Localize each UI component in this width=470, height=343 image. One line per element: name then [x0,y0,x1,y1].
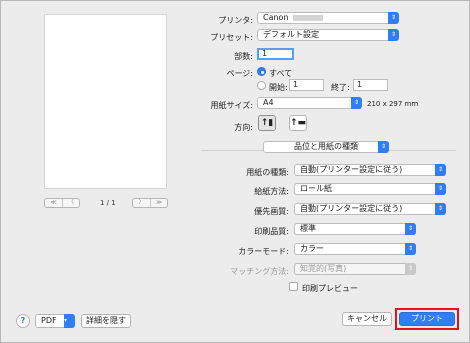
preview-nav-forward: 〉 ≫ [132,198,168,208]
landscape-icon[interactable]: ↑▬ [289,115,307,131]
print-quality-label: 印刷品質: [254,227,289,236]
paper-size-label: 用紙サイズ: [210,101,253,110]
previous-page-button[interactable]: 〈 [62,199,79,207]
color-mode-value: カラー [300,244,324,253]
chevron-updown-icon: ⇕ [405,263,416,275]
help-button[interactable]: ? [16,314,30,328]
pages-to-field[interactable]: 1 [353,79,388,91]
next-page-button[interactable]: 〉 [133,199,150,207]
section-value: 品位と用紙の種類 [294,142,358,151]
orientation-label: 方向: [234,123,253,132]
color-mode-label: カラーモード: [238,247,289,256]
print-button-highlight [395,308,459,330]
paper-size-select[interactable]: A4 ⇕ [257,97,362,109]
media-type-value: 自動(プリンター設定に従う) [300,165,403,174]
chevron-updown-icon: ⇕ [435,164,446,176]
chevron-updown-icon: ⇕ [388,12,399,24]
printer-label: プリンタ: [218,16,253,25]
copies-field[interactable]: 1 [257,48,294,60]
pdf-label: PDF [41,316,57,325]
print-dialog: ≪ 〈 1 / 1 〉 ≫ プリンタ: Canon ⇕ プリセット: デフォルト… [0,0,470,343]
print-preview-page [44,14,167,189]
paper-source-select[interactable]: ロール紙 ⇕ [294,183,446,195]
pages-label: ページ: [226,69,253,78]
priority-quality-label: 優先画質: [254,207,289,216]
chevron-updown-icon: ⇕ [351,97,362,109]
printer-value: Canon [263,13,289,22]
page-indicator: 1 / 1 [100,199,116,207]
pages-from-label: 開始: [269,83,288,92]
chevron-updown-icon: ⇕ [435,203,446,215]
matching-label: マッチング方法: [230,267,289,276]
paper-size-dimensions: 210 x 297 mm [367,100,419,108]
paper-size-value: A4 [263,98,274,107]
preset-select[interactable]: デフォルト設定 ⇕ [257,29,399,41]
chevron-updown-icon: ⇕ [378,141,389,153]
pages-all-radio[interactable] [257,67,266,76]
chevron-down-icon: ▾ [64,314,75,328]
priority-quality-select[interactable]: 自動(プリンター設定に従う) ⇕ [294,203,446,215]
matching-value: 知覚的(写真) [300,264,347,273]
hide-details-button[interactable]: 詳細を隠す [81,314,131,328]
pages-all-label: すべて [269,69,293,78]
media-type-label: 用紙の種類: [246,168,289,177]
pages-range-radio[interactable] [257,81,266,90]
portrait-icon[interactable]: ↑▮ [258,115,276,131]
pdf-menu-button[interactable]: PDF ▾ [35,314,75,328]
chevron-updown-icon: ⇕ [435,183,446,195]
pages-to-label: 終了: [331,83,350,92]
last-page-button[interactable]: ≫ [150,199,167,207]
preview-nav-back: ≪ 〈 [44,198,80,208]
paper-source-label: 給紙方法: [254,187,289,196]
color-mode-select[interactable]: カラー ⇕ [294,243,416,255]
pages-from-field[interactable]: 1 [289,79,324,91]
section-select[interactable]: 品位と用紙の種類 ⇕ [263,141,389,153]
matching-select[interactable]: 知覚的(写真) ⇕ [294,263,416,275]
print-quality-select[interactable]: 標準 ⇕ [294,223,416,235]
chevron-updown-icon: ⇕ [405,223,416,235]
first-page-button[interactable]: ≪ [45,199,62,207]
chevron-updown-icon: ⇕ [405,243,416,255]
print-preview-checkbox[interactable] [289,282,298,291]
preset-label: プリセット: [210,33,253,42]
media-type-select[interactable]: 自動(プリンター設定に従う) ⇕ [294,164,446,176]
cancel-button[interactable]: キャンセル [342,312,392,326]
preset-value: デフォルト設定 [263,30,319,39]
copies-label: 部数: [234,52,253,61]
paper-source-value: ロール紙 [300,184,332,193]
printer-model-redacted [292,14,323,21]
priority-quality-value: 自動(プリンター設定に従う) [300,204,403,213]
print-preview-label: 印刷プレビュー [302,284,358,293]
print-quality-value: 標準 [300,224,316,233]
chevron-updown-icon: ⇕ [388,29,399,41]
printer-select[interactable]: Canon ⇕ [257,12,399,24]
